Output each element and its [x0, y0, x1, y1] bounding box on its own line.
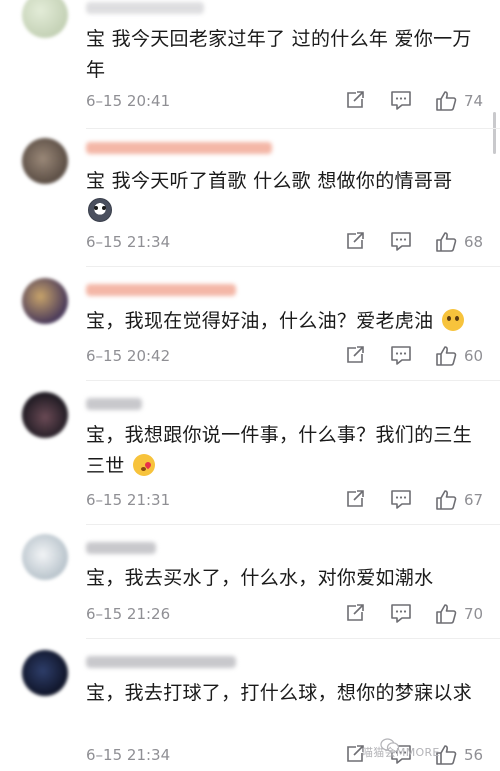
- divider: [86, 380, 500, 381]
- share-button[interactable]: [344, 602, 366, 626]
- like-count: 68: [464, 233, 484, 251]
- kiss-emoji: [132, 454, 155, 476]
- avatar[interactable]: [22, 0, 68, 38]
- comment-text: 宝 我今天回老家过年了 过的什么年 爱你一万年: [86, 24, 486, 86]
- scrollbar[interactable]: [493, 112, 496, 154]
- divider: [86, 524, 500, 525]
- share-button[interactable]: [344, 344, 366, 368]
- comment-text: 宝，我去买水了，什么水，对你爱如潮水: [86, 563, 486, 594]
- timestamp: 6–15 20:41: [86, 92, 171, 110]
- comment-actions: 6–15 20:41 74: [86, 89, 486, 115]
- avatar[interactable]: [22, 534, 68, 580]
- like-button[interactable]: 68: [434, 230, 494, 254]
- comment-icon: [391, 91, 411, 110]
- reply-button[interactable]: [389, 344, 413, 368]
- comment-text-content: 宝 我今天听了首歌 什么歌 想做你的情哥哥: [86, 170, 453, 192]
- like-button[interactable]: 74: [434, 89, 494, 113]
- thumbs-up-icon: [436, 91, 457, 111]
- reply-button[interactable]: [389, 230, 413, 254]
- comment-text: 宝，我现在觉得好油，什么油？爱老虎油: [86, 306, 486, 337]
- divider: [86, 266, 500, 267]
- drooling-emoji: [441, 309, 464, 331]
- username[interactable]: [86, 656, 236, 668]
- comment-text-content: 宝，我现在觉得好油，什么油？爱老虎油: [86, 310, 434, 332]
- timestamp: 6–15 21:31: [86, 491, 171, 509]
- avatar[interactable]: [22, 138, 68, 184]
- share-icon: [347, 346, 364, 363]
- comment-actions: 6–15 20:42 60: [86, 344, 486, 370]
- like-count: 70: [464, 605, 484, 623]
- like-button[interactable]: 70: [434, 602, 494, 626]
- comment-text: 宝，我去打球了，打什么球，想你的梦寐以求: [86, 678, 486, 709]
- avatar[interactable]: [22, 278, 68, 324]
- share-icon: [347, 604, 364, 621]
- comment-text: 宝 我今天听了首歌 什么歌 想做你的情哥哥: [86, 166, 486, 228]
- thumbs-up-icon: [436, 490, 457, 510]
- username[interactable]: [86, 398, 142, 410]
- like-count: 67: [464, 491, 484, 509]
- comment-actions: 6–15 21:26 70: [86, 602, 486, 628]
- like-button[interactable]: 67: [434, 488, 494, 512]
- comment-text-content: 宝 我今天回老家过年了 过的什么年 爱你一万年: [86, 28, 472, 81]
- comment-icon: [391, 490, 411, 509]
- username[interactable]: [86, 2, 204, 14]
- timestamp: 6–15 21:34: [86, 233, 171, 251]
- divider: [86, 128, 500, 129]
- comment-actions: 6–15 21:34 68: [86, 230, 486, 256]
- reply-button[interactable]: [389, 488, 413, 512]
- comment-text-content: 宝，我去打球了，打什么球，想你的梦寐以求: [86, 682, 473, 704]
- share-button[interactable]: [344, 89, 366, 113]
- share-button[interactable]: [344, 488, 366, 512]
- comment-actions: 6–15 21:31 67: [86, 488, 486, 514]
- share-icon: [347, 91, 364, 108]
- reply-button[interactable]: [389, 602, 413, 626]
- username[interactable]: [86, 542, 156, 554]
- share-icon: [347, 490, 364, 507]
- timestamp: 6–15 21:26: [86, 605, 171, 623]
- username[interactable]: [86, 284, 236, 296]
- watermark-text: 喵猫会MMORE: [362, 746, 440, 759]
- avatar[interactable]: [22, 650, 68, 696]
- reply-button[interactable]: [389, 89, 413, 113]
- comment-text: 宝，我想跟你说一件事，什么事？我们的三生三世: [86, 420, 486, 482]
- timestamp: 6–15 20:42: [86, 347, 171, 365]
- comment-icon: [391, 346, 411, 365]
- divider: [86, 638, 500, 639]
- comment-icon: [391, 232, 411, 251]
- like-count: 60: [464, 347, 484, 365]
- like-count: 56: [464, 746, 484, 764]
- thumbs-up-icon: [436, 604, 457, 624]
- thumbs-up-icon: [436, 232, 457, 252]
- comment-text-content: 宝，我去买水了，什么水，对你爱如潮水: [86, 567, 434, 589]
- comment-icon: [391, 604, 411, 623]
- avatar[interactable]: [22, 392, 68, 438]
- like-button[interactable]: 60: [434, 344, 494, 368]
- husky-emoji: [88, 198, 112, 222]
- like-count: 74: [464, 92, 484, 110]
- username[interactable]: [86, 142, 272, 154]
- like-button[interactable]: 56: [434, 743, 494, 767]
- timestamp: 6–15 21:34: [86, 746, 171, 764]
- thumbs-up-icon: [436, 346, 457, 366]
- share-icon: [347, 232, 364, 249]
- share-button[interactable]: [344, 230, 366, 254]
